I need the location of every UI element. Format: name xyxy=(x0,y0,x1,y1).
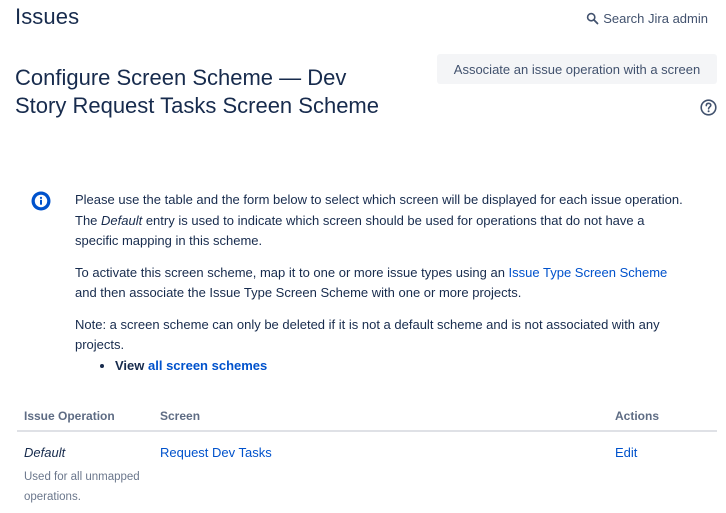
header-screen: Screen xyxy=(160,409,201,423)
view-all-item: View all screen schemes xyxy=(115,356,685,376)
info-icon xyxy=(31,191,51,211)
page: Issues Search Jira admin Configure Scree… xyxy=(0,0,726,513)
screen-scheme-table: Issue Operation Screen Actions Default U… xyxy=(17,404,717,512)
search-admin-label: Search Jira admin xyxy=(603,11,708,26)
default-emphasis: Default xyxy=(101,212,143,228)
page-title-line1: Configure Screen Scheme — Dev xyxy=(15,65,347,90)
operation-description: Used for all unmapped operations. xyxy=(24,471,140,503)
help-icon[interactable] xyxy=(700,99,717,116)
section-title: Issues xyxy=(15,4,80,29)
search-admin-link[interactable]: Search Jira admin xyxy=(586,11,708,26)
info-paragraph-3: Note: a screen scheme can only be delete… xyxy=(75,316,660,353)
page-title: Configure Screen Scheme — Dev Story Requ… xyxy=(15,64,379,120)
info-paragraph-1: Please use the table and the form below … xyxy=(75,192,683,248)
operation-name: Default xyxy=(24,445,66,460)
search-icon xyxy=(586,12,599,25)
header-issue-operation: Issue Operation xyxy=(24,409,115,423)
info-message: Please use the table and the form below … xyxy=(75,190,685,376)
all-screen-schemes-link[interactable]: all screen schemes xyxy=(148,358,267,373)
header-actions: Actions xyxy=(615,409,660,423)
table-row: Default Used for all unmapped operations… xyxy=(17,432,717,512)
info-list: View all screen schemes xyxy=(75,356,685,376)
info-paragraph-2: To activate this screen scheme, map it t… xyxy=(75,264,668,301)
screen-link[interactable]: Request Dev Tasks xyxy=(160,445,272,460)
table-header: Issue Operation Screen Actions xyxy=(17,404,717,432)
edit-link[interactable]: Edit xyxy=(615,445,637,460)
page-title-line2: Story Request Tasks Screen Scheme xyxy=(15,93,379,118)
issue-type-screen-scheme-link[interactable]: Issue Type Screen Scheme xyxy=(509,265,668,280)
associate-operation-button[interactable]: Associate an issue operation with a scre… xyxy=(437,54,717,84)
